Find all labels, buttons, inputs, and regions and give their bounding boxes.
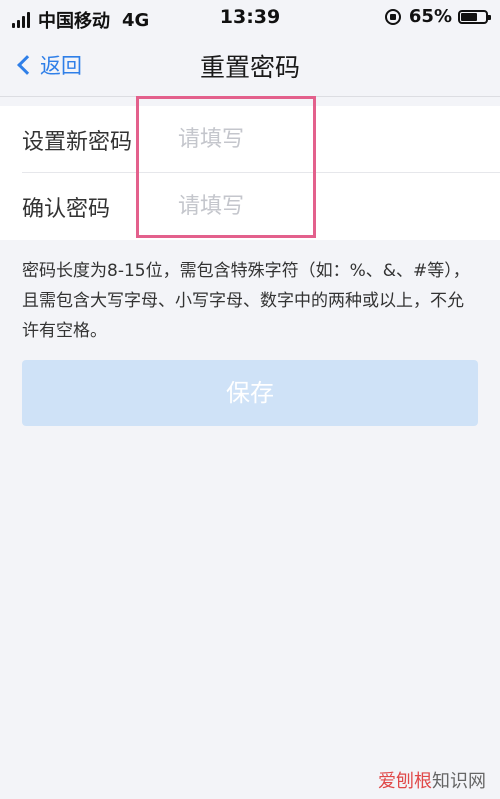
rotation-lock-icon: [384, 8, 401, 25]
watermark-red-text: 爱刨根: [378, 771, 432, 792]
watermark: 爱刨根知识网: [378, 767, 486, 793]
new-password-input[interactable]: [170, 118, 486, 160]
status-right: 65%: [384, 6, 491, 27]
nav-bar: 返回 重置密码: [0, 34, 500, 97]
battery-fill: [461, 12, 477, 21]
confirm-password-input[interactable]: [170, 185, 486, 227]
new-password-row: 设置新密码: [0, 106, 500, 173]
confirm-password-label: 确认密码: [22, 197, 111, 222]
password-rules-hint: 密码长度为8-15位，需包含特殊字符（如：%、&、#等），且需包含大写字母、小写…: [22, 261, 470, 341]
watermark-text: 知识网: [432, 771, 486, 792]
battery-percent: 65%: [408, 6, 452, 27]
confirm-password-row: 确认密码: [0, 173, 500, 239]
new-password-label: 设置新密码: [22, 130, 133, 155]
battery-icon: [458, 9, 491, 24]
save-button[interactable]: 保存: [22, 360, 478, 426]
password-form: 设置新密码 确认密码: [0, 106, 500, 240]
page-title: 重置密码: [199, 53, 300, 82]
status-bar: 中国移动 4G 13:39 65%: [0, 0, 500, 34]
